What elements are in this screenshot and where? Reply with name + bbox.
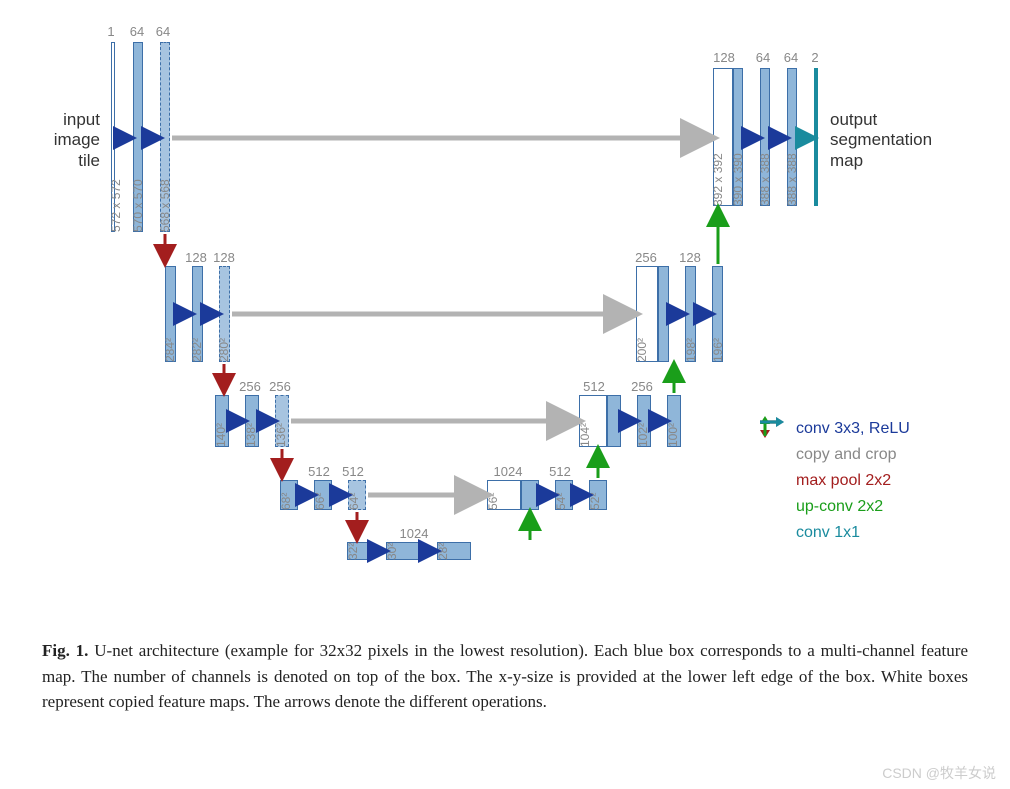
figure-caption: Fig. 1. U-net architecture (example for … <box>42 638 968 715</box>
dim-d1b: 196² <box>711 338 725 362</box>
ch-d1w: 256 <box>632 250 660 265</box>
input-label-text: input image tile <box>54 110 100 170</box>
ch-d3w: 1024 <box>490 464 526 479</box>
ch-e3b: 512 <box>339 464 367 479</box>
dim-e4b: 30² <box>385 543 399 560</box>
dim-e1c: 280² <box>217 338 231 362</box>
dim-d3b: 52² <box>588 493 602 510</box>
dim-e3c: 64² <box>347 493 361 510</box>
dim-d0b: 388 x 388 <box>758 153 772 206</box>
watermark: CSDN @牧羊女说 <box>882 763 996 783</box>
dim-e1b: 282² <box>190 338 204 362</box>
ch-d2w: 512 <box>580 379 608 394</box>
dim-d3w: 56² <box>486 493 500 510</box>
input-label: input image tile <box>30 110 100 171</box>
output-label: output segmentation map <box>830 110 950 171</box>
legend-pool: max pool 2x2 <box>758 468 910 494</box>
legend-pool-text: max pool 2x2 <box>796 472 891 490</box>
legend-copy: copy and crop <box>758 442 910 468</box>
dim-e4c: 28² <box>436 543 450 560</box>
figure-text: U-net architecture (example for 32x32 pi… <box>42 641 968 711</box>
dim-d3a: 54² <box>554 493 568 510</box>
legend-up-text: up-conv 2x2 <box>796 498 883 516</box>
ch-d0b: 64 <box>780 50 802 65</box>
dim-e0c: 568 x 568 <box>158 179 172 232</box>
ch-e2b: 256 <box>266 379 294 394</box>
dim-e3a: 68² <box>279 493 293 510</box>
dim-d2a: 102² <box>636 423 650 447</box>
legend-conv: conv 3x3, ReLU <box>758 416 910 442</box>
dim-e2c: 136² <box>274 423 288 447</box>
ch-e1a: 128 <box>182 250 210 265</box>
dim-d2b: 100² <box>666 423 680 447</box>
legend-up: up-conv 2x2 <box>758 494 910 520</box>
page: 1 64 64 572 x 572 570 x 570 568 x 568 in… <box>0 0 1010 789</box>
ch-d2a: 256 <box>628 379 656 394</box>
dim-e2a: 140² <box>214 423 228 447</box>
dim-e4a: 32² <box>346 543 360 560</box>
legend-conv-text: conv 3x3, ReLU <box>796 420 910 438</box>
fmap-d2-0 <box>607 395 621 447</box>
dim-d1a: 198² <box>684 338 698 362</box>
ch-e0a: 1 <box>106 24 116 39</box>
dim-d0a: 390 x 390 <box>731 153 745 206</box>
legend-copy-text: copy and crop <box>796 446 897 464</box>
ch-d0a: 64 <box>752 50 774 65</box>
dim-d0c: 388 x 388 <box>785 153 799 206</box>
ch-d1a: 128 <box>676 250 704 265</box>
fmap-d1-0 <box>658 266 669 362</box>
dim-e3b: 66² <box>313 493 327 510</box>
dim-e1a: 284² <box>163 338 177 362</box>
dim-d0w: 392 x 392 <box>711 153 725 206</box>
ch-e1b: 128 <box>210 250 238 265</box>
ch-d0c: 2 <box>810 50 820 65</box>
legend-conv1-text: conv 1x1 <box>796 524 860 542</box>
ch-e0b: 64 <box>126 24 148 39</box>
ch-e4a: 1024 <box>396 526 432 541</box>
ch-e0c: 64 <box>152 24 174 39</box>
legend: conv 3x3, ReLU copy and crop max pool 2x… <box>758 416 910 546</box>
output-label-text: output segmentation map <box>830 110 932 170</box>
unet-diagram: 1 64 64 572 x 572 570 x 570 568 x 568 in… <box>0 0 1010 630</box>
dim-d2w: 104² <box>578 423 592 447</box>
fmap-d0-3 <box>814 68 818 206</box>
ch-e2a: 256 <box>236 379 264 394</box>
ch-d0w: 128 <box>710 50 738 65</box>
figure-label: Fig. 1. <box>42 641 88 660</box>
dim-e0a: 572 x 572 <box>109 179 123 232</box>
dim-d1w: 200² <box>635 338 649 362</box>
ch-d3a: 512 <box>546 464 574 479</box>
ch-e3a: 512 <box>305 464 333 479</box>
fmap-d3-0 <box>521 480 539 510</box>
legend-conv1: conv 1x1 <box>758 520 910 546</box>
dim-e0b: 570 x 570 <box>131 179 145 232</box>
dim-e2b: 138² <box>244 423 258 447</box>
